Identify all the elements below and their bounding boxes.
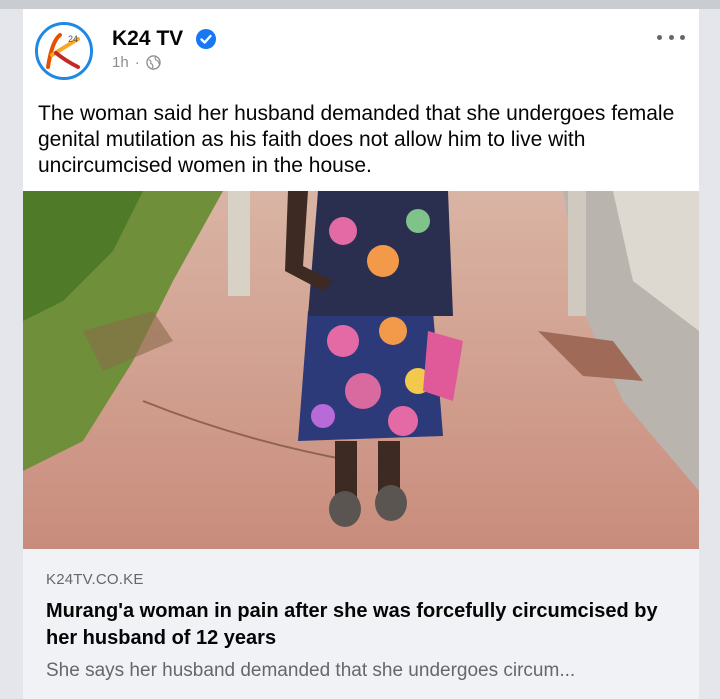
post-photo[interactable] [23,191,699,549]
k24-logo-icon: 24 [38,25,90,77]
link-title[interactable]: Murang'a woman in pain after she was for… [46,598,686,652]
avatar-badge-text: 24 [68,34,78,44]
post-time[interactable]: 1h [112,54,129,71]
author-name[interactable]: K24 TV [112,27,183,51]
post-card: 24 K24 TV 1h · The woman said her husban… [23,9,699,699]
photo-illustration [23,191,699,549]
verified-badge-icon [196,29,216,49]
more-options-icon[interactable] [657,29,685,45]
link-preview[interactable]: K24TV.CO.KE Murang'a woman in pain after… [23,549,699,699]
link-domain: K24TV.CO.KE [46,571,144,588]
post-header: 24 K24 TV 1h · [23,9,699,99]
post-text: The woman said her husband demanded that… [38,102,675,177]
post-meta: 1h · [112,54,161,71]
avatar[interactable]: 24 [35,22,93,80]
globe-icon[interactable] [145,55,161,70]
meta-separator: · [134,54,140,71]
top-divider [0,0,720,9]
link-description: She says her husband demanded that she u… [46,660,576,681]
